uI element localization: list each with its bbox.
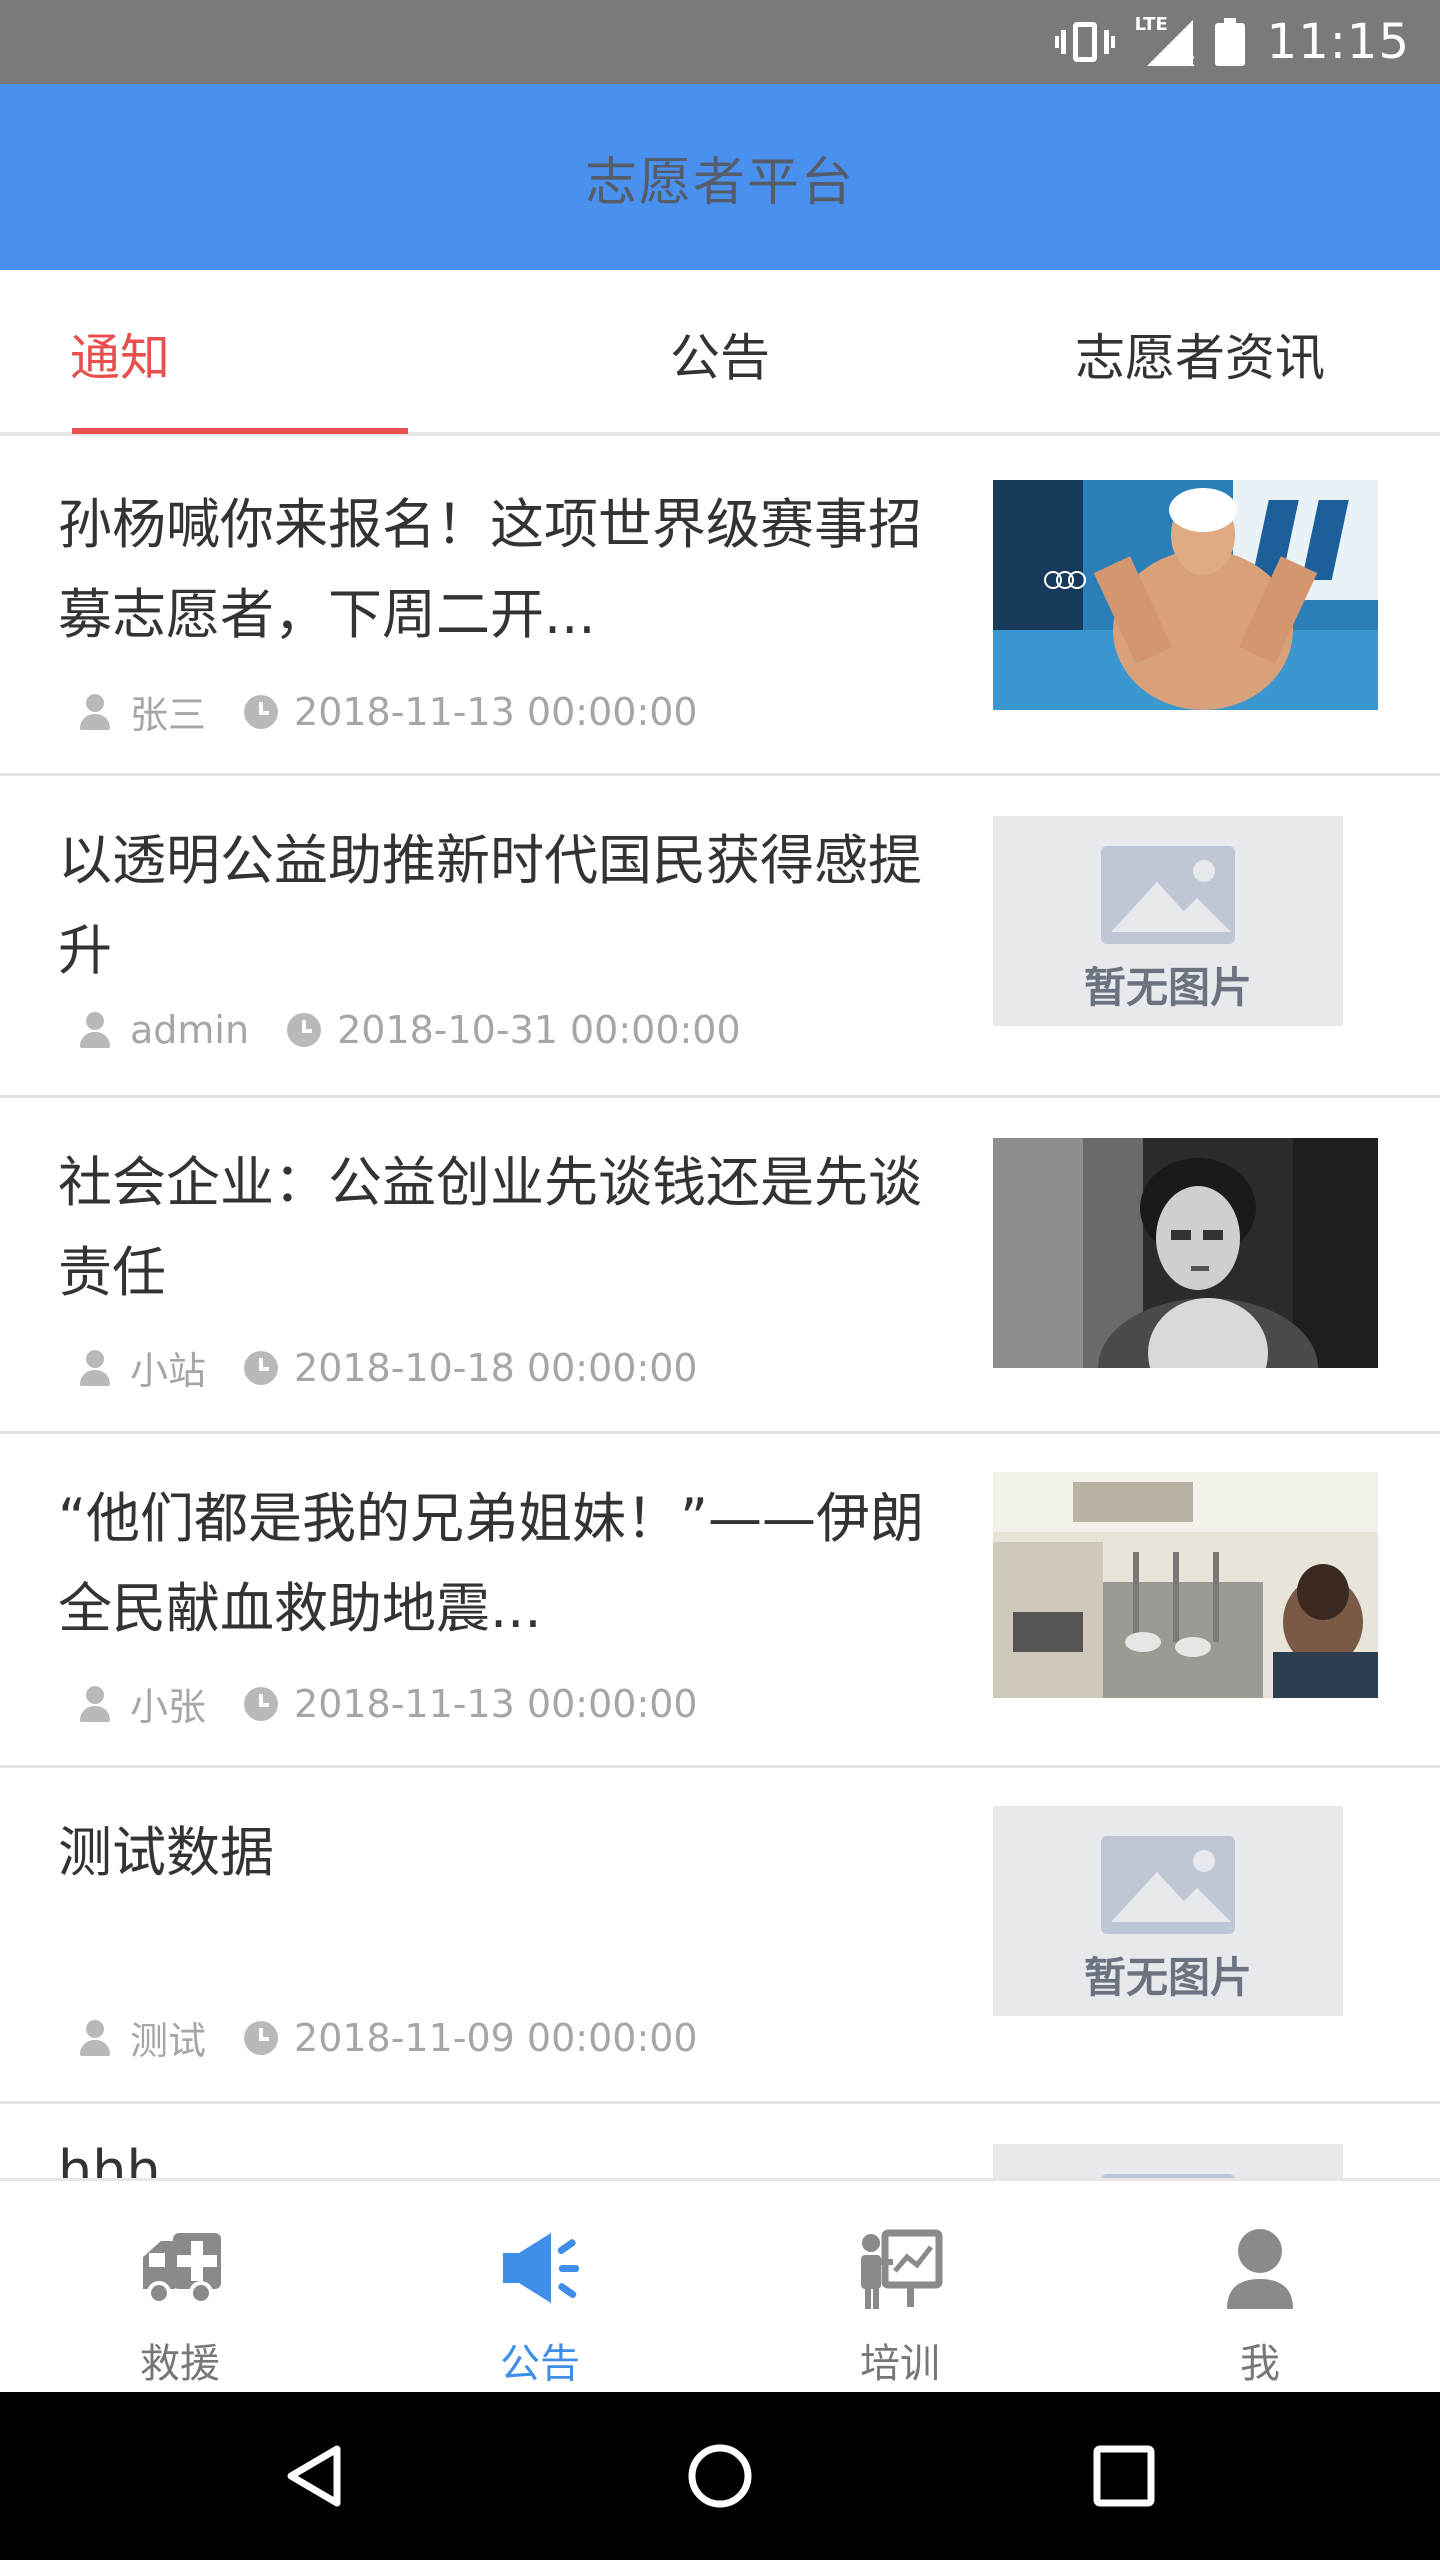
article-meta: 小站 2018-10-18 00:00:00	[80, 1340, 698, 1395]
nav-announcement[interactable]: 公告	[360, 2181, 720, 2395]
author-icon	[80, 1349, 110, 1386]
bottom-nav: 救援 公告 培训 我	[0, 2178, 1440, 2392]
article-author: 张三	[130, 693, 207, 737]
status-bar: LTE × 11:15	[0, 0, 1440, 84]
app-header: 志愿者平台	[0, 84, 1440, 270]
article-title: 社会企业：公益创业先谈钱还是先谈责任	[58, 1151, 922, 1304]
article-meta: admin 2018-10-31 00:00:00	[80, 1008, 741, 1052]
article-list[interactable]: 孙杨喊你来报名！这项世界级赛事招募志愿者，下周二开... 张三 2018-11-…	[0, 440, 1440, 2178]
back-button[interactable]	[256, 2392, 376, 2560]
article-title: “他们都是我的兄弟姐妹！”——伊朗全民献血救助地震...	[58, 1487, 924, 1640]
nav-label: 培训	[860, 2341, 940, 2387]
article-date: 2018-10-18 00:00:00	[294, 1345, 698, 1390]
recents-square-icon	[1093, 2445, 1155, 2507]
nav-label: 我	[1240, 2341, 1280, 2387]
tab-label: 公告	[670, 329, 770, 387]
author-icon	[80, 2019, 110, 2056]
article-title: 测试数据	[58, 1821, 274, 1884]
recents-button[interactable]	[1064, 2392, 1184, 2560]
article-author: 小张	[130, 1685, 207, 1729]
home-circle-icon	[688, 2444, 752, 2508]
list-item[interactable]: 社会企业：公益创业先谈钱还是先谈责任 小站 2018-10-18 00:00:0…	[0, 1098, 1440, 1434]
author-icon	[80, 693, 110, 730]
clock-icon	[244, 1686, 279, 1721]
home-button[interactable]	[660, 2392, 780, 2560]
battery-icon	[1214, 18, 1245, 66]
vibrate-icon	[1054, 18, 1115, 66]
image-placeholder-icon	[1101, 846, 1235, 944]
tab-label: 通知	[70, 329, 170, 387]
article-thumbnail-swimmer	[993, 480, 1378, 710]
clock-icon	[244, 1350, 279, 1385]
nav-training[interactable]: 培训	[720, 2181, 1080, 2395]
megaphone-icon	[495, 2223, 585, 2313]
article-title: 以透明公益助推新时代国民获得感提升	[58, 829, 922, 982]
tab-notice[interactable]: 通知	[0, 276, 480, 432]
list-item[interactable]: “他们都是我的兄弟姐妹！”——伊朗全民献血救助地震... 小张 2018-11-…	[0, 1434, 1440, 1768]
no-image-placeholder: 暂无图片	[993, 816, 1343, 1026]
article-date: 2018-11-13 00:00:00	[294, 689, 698, 734]
article-date: 2018-11-09 00:00:00	[294, 2015, 698, 2060]
training-icon	[855, 2223, 945, 2313]
article-author: 测试	[130, 2019, 207, 2063]
article-title: hhh	[58, 2139, 161, 2178]
clock-icon	[244, 694, 279, 729]
list-item[interactable]: 孙杨喊你来报名！这项世界级赛事招募志愿者，下周二开... 张三 2018-11-…	[0, 440, 1440, 776]
author-icon	[80, 1685, 110, 1722]
list-item[interactable]: 测试数据 测试 2018-11-09 00:00:00 暂无图片	[0, 1768, 1440, 2104]
article-meta: 张三 2018-11-13 00:00:00	[80, 684, 698, 739]
article-author: 小站	[130, 1349, 207, 1393]
person-icon	[1215, 2223, 1305, 2313]
tab-label: 志愿者资讯	[1075, 329, 1325, 387]
nav-rescue[interactable]: 救援	[0, 2181, 360, 2395]
tab-bar: 通知 公告 志愿者资讯	[0, 276, 1440, 436]
system-nav-bar	[0, 2392, 1440, 2560]
list-item[interactable]: 以透明公益助推新时代国民获得感提升 admin 2018-10-31 00:00…	[0, 776, 1440, 1098]
tab-volunteer-news[interactable]: 志愿者资讯	[960, 276, 1440, 432]
article-meta: 小张 2018-11-13 00:00:00	[80, 1676, 698, 1731]
page-title: 志愿者平台	[584, 152, 855, 213]
article-title: 孙杨喊你来报名！这项世界级赛事招募志愿者，下周二开...	[58, 493, 922, 646]
nav-me[interactable]: 我	[1080, 2181, 1440, 2395]
no-image-placeholder	[993, 2144, 1343, 2178]
back-triangle-icon	[287, 2445, 341, 2507]
image-placeholder-icon	[1101, 1836, 1235, 1934]
no-image-placeholder: 暂无图片	[993, 1806, 1343, 2016]
article-date: 2018-10-31 00:00:00	[337, 1008, 741, 1052]
article-author: admin	[130, 1008, 250, 1052]
clock-icon	[244, 2020, 279, 2055]
clock-icon	[287, 1013, 322, 1047]
ambulance-icon	[135, 2223, 225, 2313]
article-thumbnail-blood-donation	[993, 1472, 1378, 1698]
no-image-caption: 暂无图片	[1083, 963, 1252, 1012]
article-meta: 测试 2018-11-09 00:00:00	[80, 2010, 698, 2065]
status-time: 11:15	[1266, 14, 1410, 70]
tab-announcement[interactable]: 公告	[480, 276, 960, 432]
nav-label: 救援	[140, 2341, 220, 2387]
nav-label: 公告	[500, 2341, 580, 2387]
article-date: 2018-11-13 00:00:00	[294, 1681, 698, 1726]
no-image-caption: 暂无图片	[1083, 1953, 1252, 2002]
active-tab-indicator	[72, 428, 408, 434]
signal-icon: LTE ×	[1134, 14, 1197, 72]
article-thumbnail-portrait	[993, 1138, 1378, 1368]
author-icon	[80, 1012, 110, 1048]
list-item[interactable]: hhh	[0, 2104, 1440, 2178]
